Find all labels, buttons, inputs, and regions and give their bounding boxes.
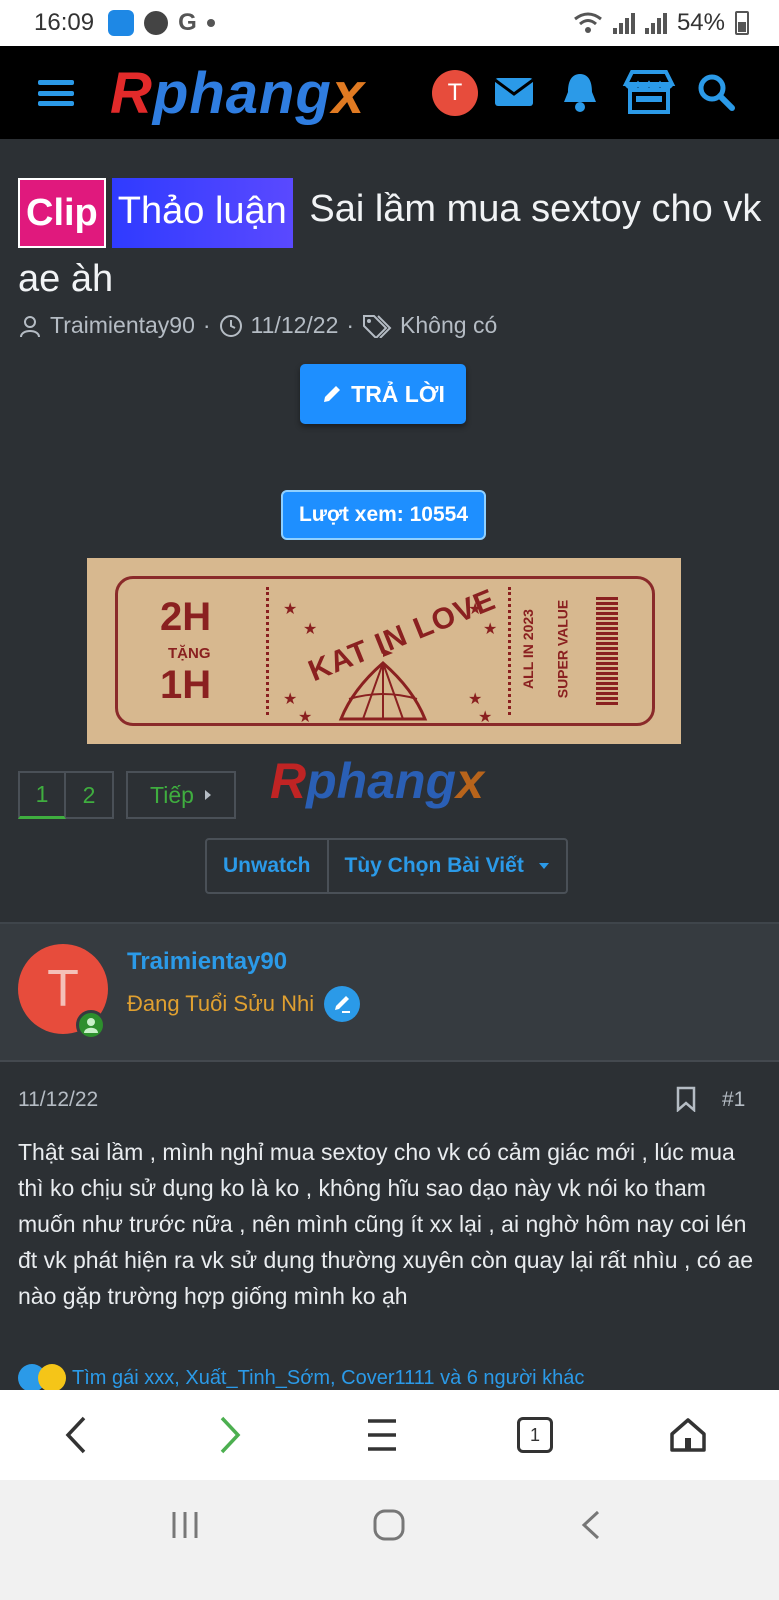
tags-icon	[363, 314, 392, 338]
ad-banner[interactable]: 2H TẶNG 1H KAT IN LOVE ★ ★ ★ ★ ★ ★ ★ ★ ALL IN 2…	[87, 558, 681, 744]
user-title-text: Đang Tuổi Sửu Nhi	[127, 991, 315, 1016]
prefix-clip-badge[interactable]: Clip	[18, 178, 106, 248]
ticket-divider-2	[508, 587, 511, 715]
google-icon: G	[178, 9, 197, 36]
post-date[interactable]: 11/12/22	[18, 1088, 98, 1112]
battery-icon	[735, 11, 749, 35]
home-icon[interactable]	[668, 1416, 708, 1454]
thread-meta: Traimientay90 · 11/12/22 · Không có	[18, 312, 497, 339]
logo-r: R	[110, 61, 153, 126]
reply-button[interactable]: TRẢ LỜI	[300, 364, 466, 424]
site-logo[interactable]: Rphangx	[110, 60, 365, 127]
page-2-link[interactable]: 2	[66, 771, 114, 819]
status-bar: 16:09 G 54%	[0, 0, 779, 46]
app-header: Rphangx T	[0, 46, 779, 139]
logo-x: x	[331, 61, 366, 126]
banner-left-mid: TẶNG	[168, 645, 211, 662]
search-icon[interactable]	[694, 68, 738, 116]
wifi-icon	[574, 12, 602, 33]
watermark-logo-r: R	[270, 753, 307, 809]
unwatch-button[interactable]: Unwatch	[207, 840, 327, 892]
stars-decoration: ★ ★ ★ ★ ★ ★ ★ ★	[283, 601, 498, 726]
signal-icon-2	[644, 12, 667, 34]
next-page-button[interactable]: Tiếp	[126, 771, 236, 819]
thread-title: Clip Thảo luận Sai lầm mua sextoy cho vk …	[18, 178, 763, 310]
reactions-bar[interactable]: Tìm gái xxx, Xuất_Tinh_Sớm, Cover1111 và…	[18, 1364, 584, 1392]
bell-icon[interactable]	[558, 68, 602, 116]
view-count-badge: Lượt xem: 10554	[281, 490, 486, 540]
watermark-logo-x: x	[456, 753, 484, 809]
home-button-icon[interactable]	[372, 1508, 406, 1542]
online-status-icon	[76, 1010, 106, 1040]
chevron-right-icon	[204, 790, 211, 800]
user-title: Đang Tuổi Sửu Nhi	[127, 986, 361, 1022]
prefix-discussion-badge[interactable]: Thảo luận	[111, 178, 293, 248]
barcode	[596, 597, 618, 707]
post-number[interactable]: #1	[722, 1088, 745, 1112]
bookmark-icon[interactable]	[676, 1086, 696, 1112]
ticket-graphic: 2H TẶNG 1H KAT IN LOVE ★ ★ ★ ★ ★ ★ ★ ★ ALL IN 2…	[115, 576, 655, 726]
menu-icon[interactable]	[38, 80, 74, 106]
watermark-logo: Rphangx	[270, 752, 484, 810]
thread-options-label: Tùy Chọn Bài Viết	[344, 854, 524, 877]
tabs-icon[interactable]: 1	[517, 1417, 553, 1453]
thread-date[interactable]: 11/12/22	[251, 312, 339, 339]
banner-right-1: ALL IN 2023	[519, 609, 536, 689]
mail-icon[interactable]	[492, 68, 536, 116]
next-page-label: Tiếp	[150, 781, 194, 808]
battery-percent: 54%	[676, 9, 725, 36]
thread-tags: Không có	[400, 312, 498, 338]
pencil-icon	[324, 386, 341, 402]
facebook-icon	[144, 11, 169, 35]
wifi-calling-icon	[108, 10, 135, 36]
meta-separator: ·	[346, 312, 355, 338]
store-icon[interactable]	[622, 68, 676, 116]
ticket-divider	[266, 587, 269, 715]
reply-button-label: TRẢ LỜI	[351, 380, 445, 407]
thread-actions: Unwatch Tùy Chọn Bài Viết	[205, 838, 568, 894]
post-username[interactable]: Traimientay90	[127, 948, 287, 976]
dot-icon	[206, 19, 215, 27]
system-back-icon[interactable]	[580, 1510, 602, 1540]
signal-icon	[612, 12, 635, 34]
reactions-text[interactable]: Tìm gái xxx, Xuất_Tinh_Sớm, Cover1111 và…	[72, 1367, 584, 1390]
banner-left-top: 2H	[160, 595, 212, 639]
browser-toolbar: 1	[0, 1390, 779, 1480]
watermark-logo-mid: phang	[306, 753, 457, 809]
clock-icon	[219, 314, 242, 337]
post-text: Thật sai lầm , mình nghỉ mua sextoy cho …	[18, 1139, 754, 1309]
page-1-link[interactable]: 1	[18, 771, 66, 819]
thread-author[interactable]: Traimientay90	[50, 312, 195, 339]
thread-options-button[interactable]: Tùy Chọn Bài Viết	[326, 840, 566, 892]
menu-icon[interactable]	[366, 1418, 398, 1452]
pagination: 1 2 Tiếp	[18, 771, 236, 819]
status-time: 16:09	[34, 9, 95, 36]
banner-left-bottom: 1H	[160, 663, 212, 707]
caret-down-icon	[538, 863, 549, 869]
banner-right-2: SUPER VALUE	[554, 599, 571, 699]
post-content: 11/12/22 #1 Thật sai lầm , mình nghỉ mua…	[0, 1064, 779, 1392]
recent-apps-icon[interactable]	[170, 1510, 200, 1540]
verified-icon	[324, 986, 361, 1022]
user-icon	[20, 315, 40, 337]
back-icon[interactable]	[64, 1416, 88, 1454]
meta-separator: ·	[202, 312, 211, 338]
forward-icon[interactable]	[218, 1416, 242, 1454]
system-nav-bar	[0, 1480, 779, 1600]
haha-icon	[38, 1364, 66, 1392]
logo-mid: phang	[152, 61, 332, 126]
user-avatar[interactable]: T	[432, 70, 478, 116]
post-user-info: T Traimientay90 Đang Tuổi Sửu Nhi	[0, 922, 779, 1062]
